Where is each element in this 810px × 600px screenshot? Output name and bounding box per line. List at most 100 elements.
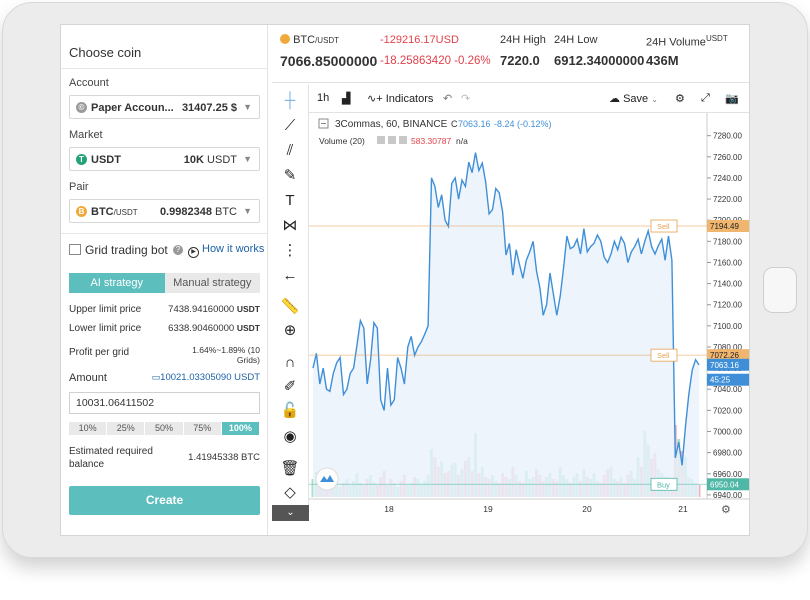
camera-icon[interactable]: 📷: [725, 92, 739, 105]
percent-10-button[interactable]: 10%: [69, 422, 108, 435]
market-value: 10K USDT: [184, 154, 237, 166]
interval-button[interactable]: 1h: [317, 92, 329, 104]
layers-icon[interactable]: ◇: [280, 483, 300, 503]
y-tick-label: 7260.00: [713, 153, 742, 162]
3commas-logo: [315, 467, 339, 491]
magnet-icon[interactable]: ∩: [280, 353, 300, 373]
percent-75-button[interactable]: 75%: [183, 422, 222, 435]
create-button[interactable]: Create: [69, 486, 260, 515]
brush-icon[interactable]: ✎: [280, 166, 300, 186]
trend-line-icon[interactable]: ⟋: [280, 116, 300, 136]
settings-small-icon[interactable]: [388, 136, 396, 144]
account-select[interactable]: © Paper Accoun... 31407.25 $ ▼: [69, 95, 260, 119]
amount-input[interactable]: 10031.06411502: [69, 392, 260, 414]
volume-legend-na: n/a: [456, 136, 468, 146]
market-name: USDT: [91, 154, 121, 166]
legend-price: 7063.16: [458, 119, 491, 129]
ticker-change: -18.25863420 -0.26%: [380, 55, 491, 67]
indicators-label: Indicators: [385, 93, 434, 105]
tether-icon: T: [76, 154, 87, 165]
legend-price-prefix: C: [451, 119, 458, 129]
order-label: Buy: [657, 480, 670, 489]
paper-account-icon: ©: [76, 102, 87, 113]
upper-limit-label: Upper limit price: [69, 304, 142, 315]
y-tick-label: 7180.00: [713, 237, 742, 246]
crosshair-icon[interactable]: ┼: [280, 91, 300, 111]
undo-icon[interactable]: ↶: [443, 92, 452, 105]
fib-icon[interactable]: ⋮: [280, 241, 300, 261]
volume-legend-label: Volume (20): [319, 136, 365, 146]
pair-select[interactable]: B BTC/USDT 0.9982348 BTC ▼: [69, 199, 260, 223]
y-tick-label: 7040.00: [713, 385, 742, 394]
pair-value: 0.9982348 BTC: [160, 206, 237, 218]
price-chart[interactable]: Sell Sell Buy 6940.00 6960.00 6980.00 7000.00…: [309, 113, 750, 521]
settings-icon[interactable]: ⚙: [675, 92, 685, 105]
how-it-works-link[interactable]: ▶ How it works: [188, 243, 264, 258]
y-tick-label: 7100.00: [713, 322, 742, 331]
save-button[interactable]: ☁ Save ⌄: [609, 92, 658, 105]
upper-limit-unit: USDT: [236, 304, 260, 314]
ticker-change-usd: -129216.17USD: [380, 34, 459, 46]
ruler-icon[interactable]: 📏: [280, 297, 300, 317]
text-tool-icon[interactable]: T: [280, 191, 300, 211]
save-label: Save: [623, 93, 649, 105]
chevron-down-icon: ▼: [243, 102, 252, 112]
x-tick-label: 20: [582, 504, 592, 514]
lock-drawing-icon[interactable]: ✐: [280, 377, 300, 397]
pitchfork-icon[interactable]: ⫽: [280, 141, 300, 161]
market-select[interactable]: T USDT 10K USDT ▼: [69, 147, 260, 171]
y-tick-label: 6940.00: [713, 491, 742, 500]
high-label: 24H High: [500, 34, 546, 46]
close-small-icon[interactable]: [399, 136, 407, 144]
market-value-num: 10K: [183, 154, 204, 166]
pattern-icon[interactable]: ⋈: [280, 216, 300, 236]
percent-50-button[interactable]: 50%: [145, 422, 184, 435]
tab-manual-strategy[interactable]: Manual strategy: [164, 273, 260, 293]
lock-icon[interactable]: 🔓: [280, 401, 300, 421]
percent-buttons: 10% 25% 50% 75% 100%: [69, 422, 261, 435]
volume-legend-value: 583.30787: [411, 136, 451, 146]
y-tick-label: 7220.00: [713, 195, 742, 204]
pair-label: Pair: [69, 181, 89, 193]
chart-type-icon[interactable]: ▟: [342, 92, 350, 105]
estimated-label: Estimated required balance: [69, 445, 153, 471]
upper-limit-number: 7438.94160000: [168, 304, 235, 315]
y-tick-label: 7160.00: [713, 258, 742, 267]
logo-circle: [315, 467, 339, 491]
estimated-label-line1: Estimated required: [69, 446, 153, 457]
market-label: Market: [69, 129, 103, 141]
trash-icon[interactable]: 🗑: [280, 459, 300, 479]
app-screen: Choose coin Account © Paper Accoun... 31…: [60, 24, 750, 536]
drawing-toolbar: ┼ ⟋ ⫽ ✎ T ⋈ ⋮ ← 📏 ⊕ ∩ ✐ 🔓 ◉ 🗑 ◇ ⌄: [272, 85, 309, 521]
indicators-button[interactable]: ∿+ Indicators: [367, 92, 433, 105]
amount-max-link[interactable]: ▭10021.03305090 USDT: [152, 372, 260, 383]
cloud-icon: ☁: [609, 93, 620, 105]
eye-toggle-icon[interactable]: [377, 136, 385, 144]
pair-quote: /USDT: [113, 208, 138, 217]
help-icon[interactable]: ?: [173, 245, 183, 255]
amount-max-text: 10021.03305090 USDT: [160, 372, 260, 383]
zoom-in-icon[interactable]: ⊕: [280, 321, 300, 341]
percent-100-button[interactable]: 100%: [221, 422, 261, 435]
percent-25-button[interactable]: 25%: [107, 422, 146, 435]
order-label: Sell: [657, 351, 670, 360]
tab-ai-strategy[interactable]: AI strategy: [69, 273, 165, 293]
arrow-left-icon[interactable]: ←: [280, 266, 300, 286]
low-label: 24H Low: [554, 34, 598, 46]
ticker-pair-quote: /USDT: [315, 36, 340, 45]
collapse-toolbar-button[interactable]: ⌄: [272, 505, 309, 521]
axis-settings-icon[interactable]: ⚙: [721, 503, 731, 516]
redo-icon[interactable]: ↷: [461, 92, 470, 105]
eye-icon[interactable]: ◉: [280, 427, 300, 447]
price-label: 7063.16: [710, 361, 739, 370]
bitcoin-icon: [280, 34, 290, 44]
y-tick-label: 7020.00: [713, 406, 742, 415]
divider: [61, 68, 268, 69]
fullscreen-icon[interactable]: ⤢: [701, 92, 710, 105]
lower-limit-number: 6338.90460000: [168, 323, 235, 334]
chart-icon: [69, 244, 81, 255]
x-tick-label: 21: [678, 504, 688, 514]
upper-limit-value: 7438.94160000 USDT: [168, 304, 260, 315]
chart-widget: ┼ ⟋ ⫽ ✎ T ⋈ ⋮ ← 📏 ⊕ ∩ ✐ 🔓 ◉ 🗑 ◇ ⌄ 1h ▟ ∿…: [272, 85, 750, 521]
legend-change: -8.24 (-0.12%): [494, 119, 552, 129]
